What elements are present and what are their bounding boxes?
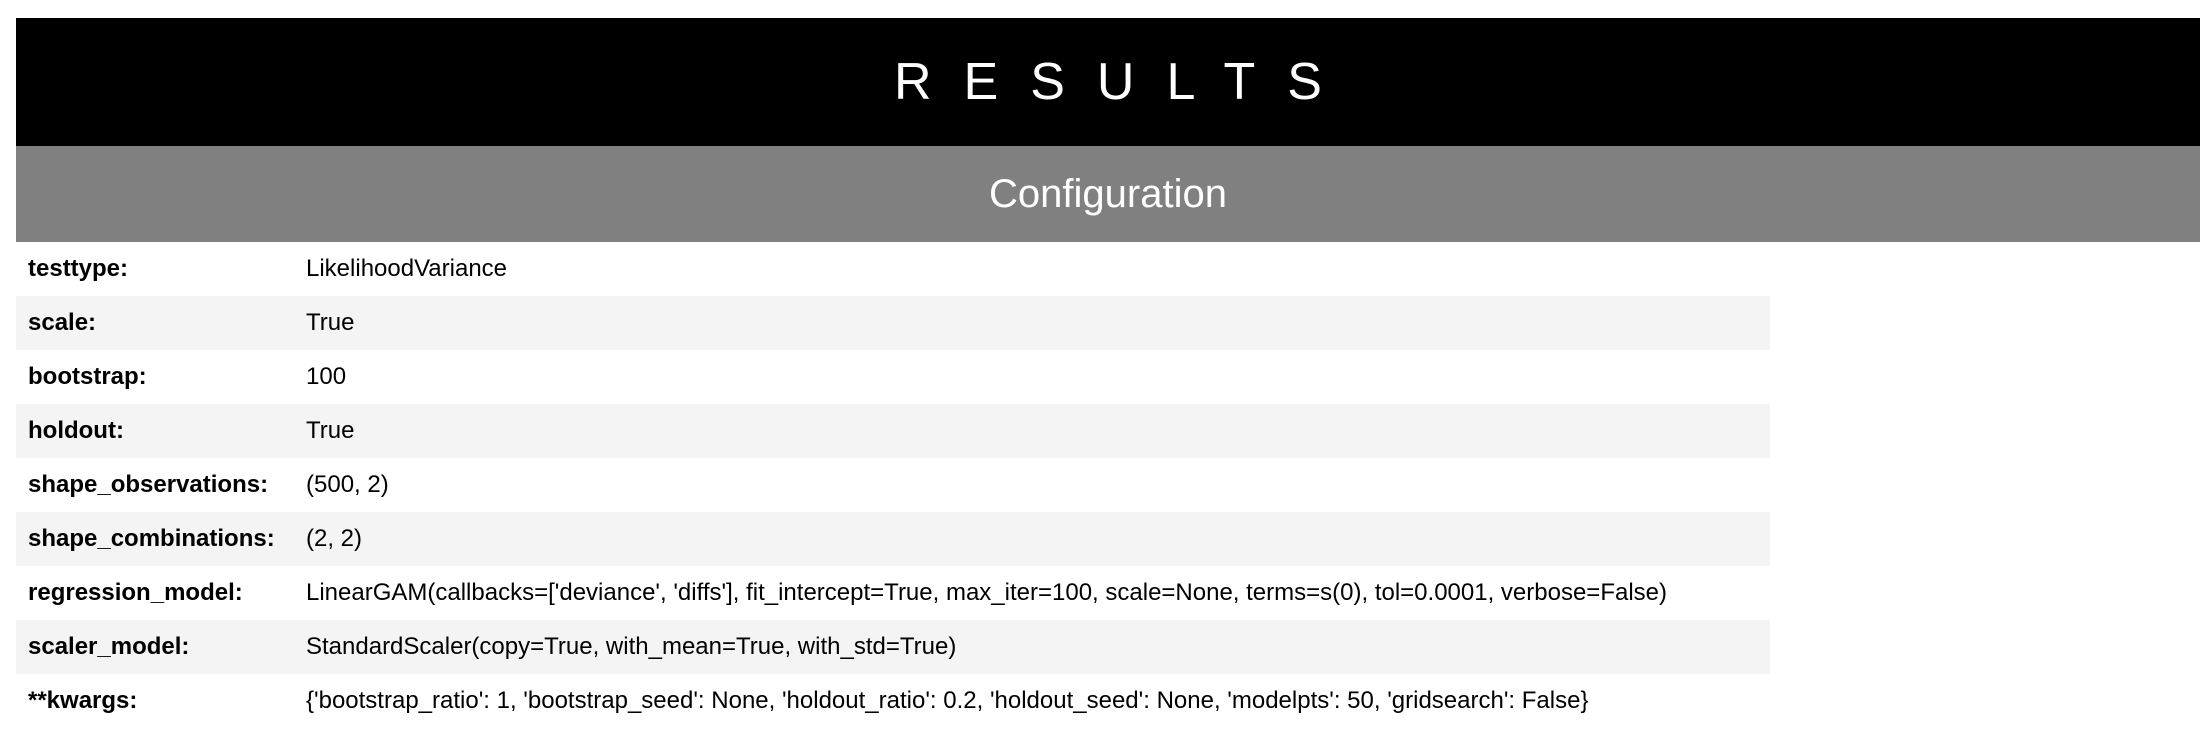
config-value: LikelihoodVariance: [306, 255, 508, 282]
table-row: shape_combinations: (2, 2): [16, 512, 1770, 566]
section-title: Configuration: [989, 171, 1227, 216]
config-value: StandardScaler(copy=True, with_mean=True…: [306, 633, 957, 660]
config-value: {'bootstrap_ratio': 1, 'bootstrap_seed':…: [306, 687, 1589, 714]
config-value: True: [306, 417, 355, 444]
config-key: bootstrap:: [28, 363, 147, 390]
config-key: shape_combinations:: [28, 525, 275, 552]
config-value: (500, 2): [306, 471, 389, 498]
configuration-section-banner: Configuration: [16, 146, 2200, 242]
table-row: bootstrap: 100: [16, 350, 1770, 404]
config-key: shape_observations:: [28, 471, 269, 498]
config-value: 100: [306, 363, 347, 390]
config-value: (2, 2): [306, 525, 363, 552]
config-value: LinearGAM(callbacks=['deviance', 'diffs'…: [306, 579, 1668, 606]
table-row: shape_observations: (500, 2): [16, 458, 1770, 512]
config-value: True: [306, 309, 355, 336]
table-row: scaler_model: StandardScaler(copy=True, …: [16, 620, 1770, 674]
config-key: holdout:: [28, 417, 124, 444]
config-key: testtype:: [28, 255, 129, 282]
table-row: **kwargs: {'bootstrap_ratio': 1, 'bootst…: [16, 674, 1770, 728]
table-row: regression_model: LinearGAM(callbacks=['…: [16, 566, 1770, 620]
results-title-banner: RESULTS: [16, 18, 2200, 146]
table-row: holdout: True: [16, 404, 1770, 458]
page-title: RESULTS: [894, 53, 1354, 111]
configuration-table: testtype: LikelihoodVariance scale: True…: [16, 242, 1770, 728]
config-key: scaler_model:: [28, 633, 190, 660]
table-row: scale: True: [16, 296, 1770, 350]
config-key: regression_model:: [28, 579, 243, 606]
config-key: scale:: [28, 309, 97, 336]
table-row: testtype: LikelihoodVariance: [16, 242, 1770, 296]
config-key: **kwargs:: [28, 687, 138, 714]
